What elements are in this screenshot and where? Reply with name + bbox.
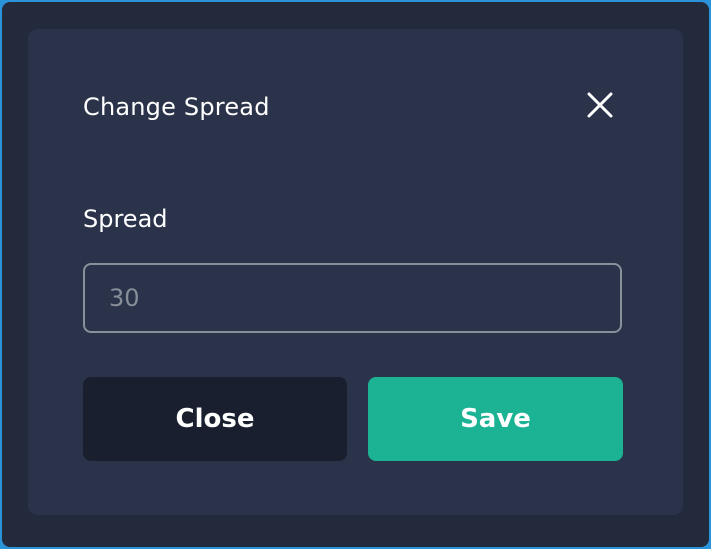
save-button[interactable]: Save [368, 377, 623, 461]
close-button[interactable]: Close [83, 377, 347, 461]
dialog-title: Change Spread [83, 93, 270, 121]
spread-label: Spread [83, 205, 168, 233]
dialog-close-button[interactable] [580, 85, 620, 125]
spread-input[interactable] [83, 263, 622, 333]
close-icon [587, 92, 613, 118]
app-window: Change Spread Spread Close Save [2, 2, 709, 547]
change-spread-dialog: Change Spread Spread Close Save [28, 29, 683, 515]
